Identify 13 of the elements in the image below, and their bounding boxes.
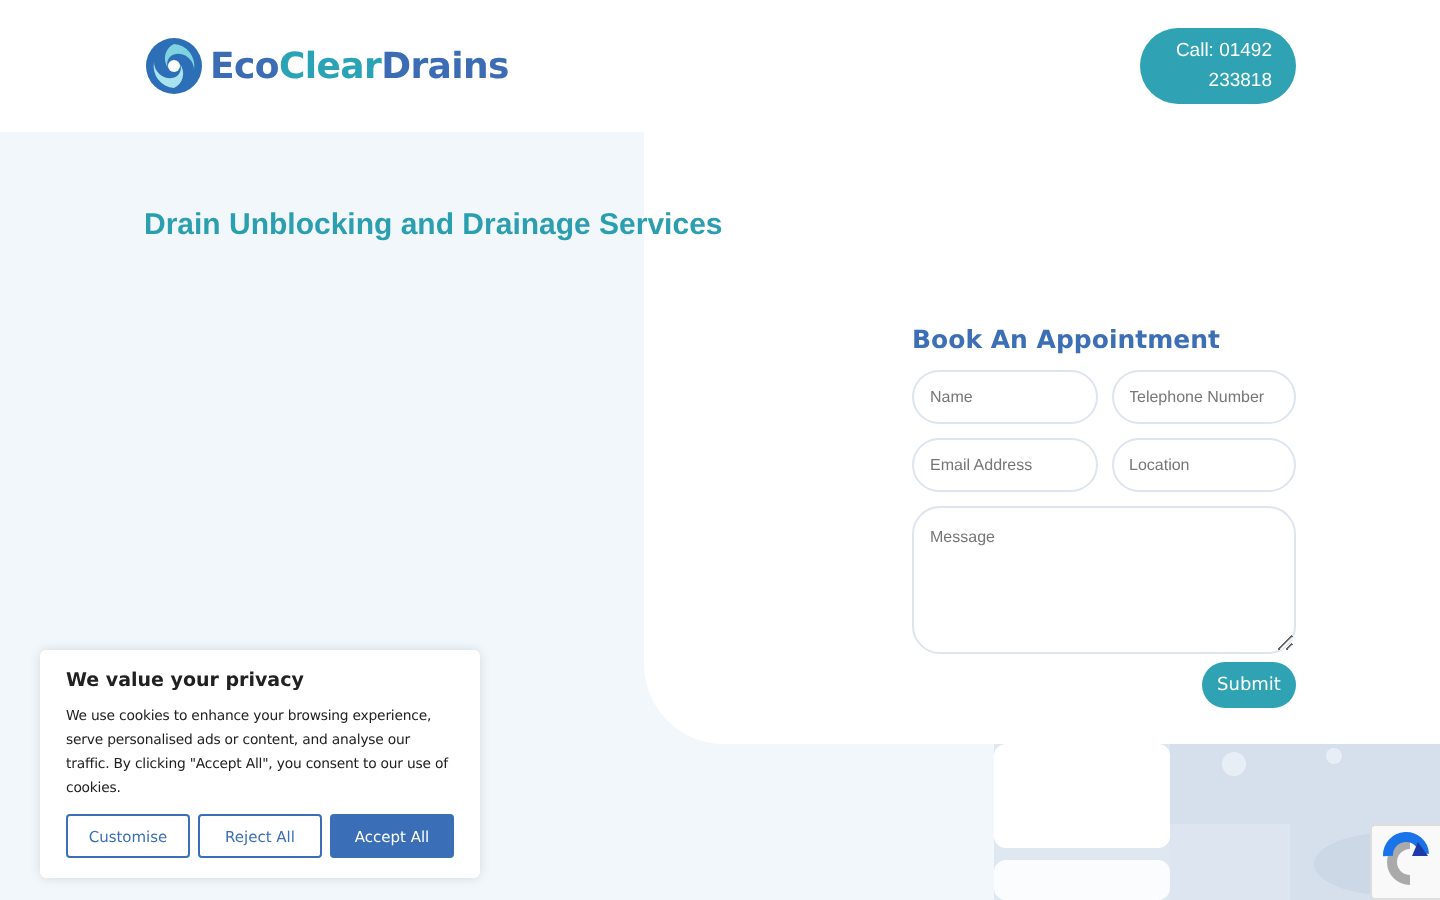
input-field[interactable]: Location <box>1111 438 1296 492</box>
submit-button[interactable]: Submit <box>1202 662 1296 708</box>
input-field[interactable]: Telephone Number <box>1111 370 1296 424</box>
banner-title: We value your privacy <box>66 670 306 692</box>
recaptcha-icon[interactable] <box>1370 824 1440 900</box>
input-field[interactable]: Name <box>912 370 1097 424</box>
input-field[interactable]: Email Address <box>912 438 1097 492</box>
call-button[interactable]: Call: 01492 233818 <box>1140 28 1296 104</box>
page-heading: Drain Unblocking and Drainage Services <box>144 208 723 242</box>
swirl-logo-icon <box>144 36 204 96</box>
logo-text[interactable]: EcoClearDrains <box>210 45 509 87</box>
message-field[interactable]: Message <box>912 506 1296 654</box>
form-heading: Book An Appointment <box>912 324 1222 354</box>
